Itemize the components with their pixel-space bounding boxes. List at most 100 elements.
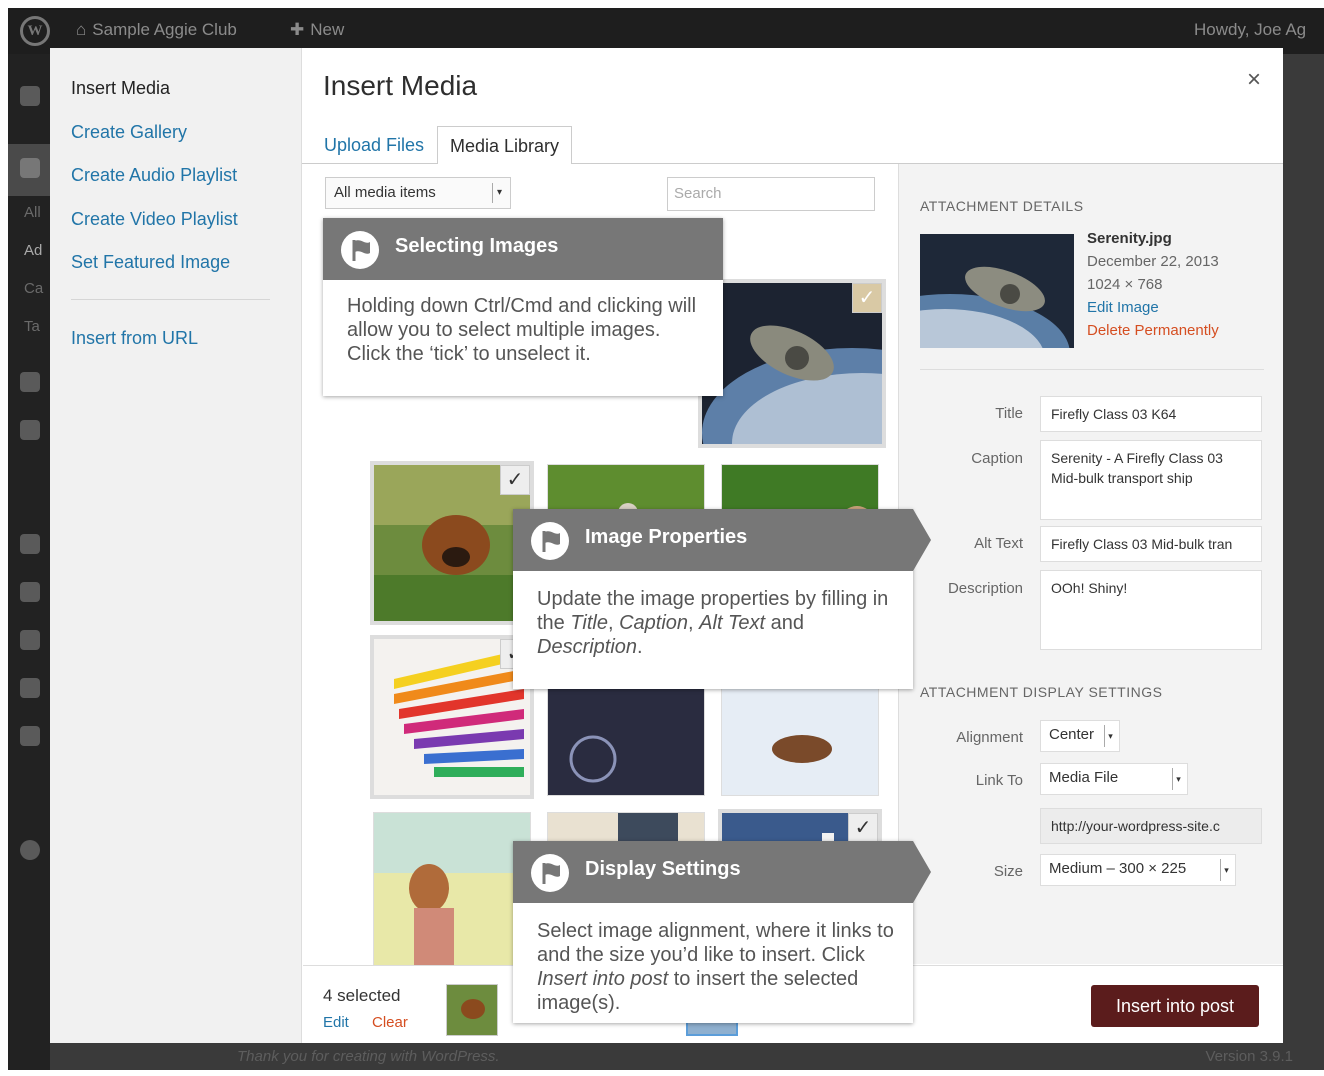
callout-body-emphasis: Alt Text (699, 612, 766, 634)
callout-title: Selecting Images (395, 235, 559, 257)
alignment-label: Alignment (956, 729, 1023, 746)
size-select[interactable]: Medium – 300 × 225 ▾ (1040, 854, 1236, 886)
menu-insert-from-url[interactable]: Insert from URL (71, 328, 198, 349)
link-to-value: Media File (1049, 769, 1119, 786)
settings-icon[interactable] (20, 726, 40, 746)
side-menu-label-categories[interactable]: Ca (24, 280, 43, 297)
callout-body: Holding down Ctrl/Cmd and clicking will … (347, 295, 697, 365)
tab-upload-files[interactable]: Upload Files (312, 126, 436, 166)
callout-body-emphasis: Title (570, 612, 608, 634)
close-icon[interactable]: × (1247, 66, 1261, 94)
menu-create-audio-playlist[interactable]: Create Audio Playlist (71, 165, 237, 186)
edit-selection-link[interactable]: Edit (323, 1014, 349, 1031)
alt-text-field[interactable]: Firefly Class 03 Mid-bulk tran (1040, 526, 1262, 562)
edit-image-link[interactable]: Edit Image (1087, 299, 1159, 316)
callout-title: Image Properties (585, 526, 748, 548)
posts-icon[interactable] (20, 158, 40, 178)
check-icon[interactable]: ✓ (848, 813, 878, 843)
attachment-filename: Serenity.jpg (1087, 230, 1172, 247)
wordpress-logo-icon[interactable]: W (20, 16, 50, 46)
plugins-icon[interactable] (20, 582, 40, 602)
howdy-user[interactable]: Howdy, Joe Ag (1194, 20, 1306, 40)
tools-icon[interactable] (20, 678, 40, 698)
media-icon[interactable] (20, 372, 40, 392)
caption-field[interactable]: Serenity - A Firefly Class 03 Mid-bulk t… (1040, 440, 1262, 520)
thumb-girl-headphones[interactable] (373, 812, 531, 970)
puppy-mini-image (447, 985, 497, 1035)
callout-body-emphasis: Caption (619, 612, 689, 634)
callout-body: Update the image properties by filling i… (537, 587, 897, 659)
alignment-select[interactable]: Center ▾ (1040, 720, 1120, 752)
footer-version: Version 3.9.1 (1205, 1048, 1293, 1065)
site-name: Sample Aggie Club (92, 20, 237, 39)
callout-header: Selecting Images (323, 218, 723, 280)
callout-header: Image Properties (513, 509, 913, 571)
screenshot-stage: W ⌂ Sample Aggie Club ✚ New Howdy, Joe A… (0, 0, 1324, 1076)
link-to-label: Link To (975, 772, 1023, 789)
display-settings-heading: ATTACHMENT DISPLAY SETTINGS (920, 684, 1163, 700)
attachment-details-panel: ATTACHMENT DETAILS Serenity.jpg December… (898, 164, 1283, 964)
callout-pointer (913, 509, 931, 571)
appearance-icon[interactable] (20, 534, 40, 554)
callout-selecting-images: Selecting Images Holding down Ctrl/Cmd a… (323, 218, 723, 396)
callout-body-text: , (607, 612, 620, 634)
thumb-colored-pencils[interactable]: ✓ (373, 638, 531, 796)
site-name-link[interactable]: ⌂ Sample Aggie Club (76, 20, 237, 40)
chevron-down-icon: ▾ (1172, 768, 1184, 790)
delete-permanently-link[interactable]: Delete Permanently (1087, 322, 1219, 339)
insert-into-post-button[interactable]: Insert into post (1091, 985, 1259, 1027)
link-url-field[interactable]: http://your-wordpress-site.c (1040, 808, 1262, 844)
caption-label: Caption (971, 450, 1023, 467)
howdy-label: Howdy, Joe Ag (1194, 20, 1307, 39)
description-field[interactable]: OOh! Shiny! (1040, 570, 1262, 650)
callout-body: Select image alignment, where it links t… (537, 919, 897, 1015)
thumb-puppy-in-grass[interactable]: ✓ (373, 464, 531, 622)
media-filter-value: All media items (334, 184, 436, 201)
plus-icon: ✚ (290, 20, 305, 39)
media-filter-select[interactable]: All media items ▾ (325, 177, 511, 209)
thumb-firefly-ship[interactable]: ✓ (701, 282, 883, 445)
media-frame-menu: Insert Media Create Gallery Create Audio… (50, 48, 302, 1043)
callout-body-text: and (765, 612, 805, 634)
dashboard-icon[interactable] (20, 86, 40, 106)
alt-text-label: Alt Text (974, 535, 1023, 552)
attachment-date: December 22, 2013 (1087, 253, 1219, 270)
admin-side-menu: All Ad Ca Ta (8, 54, 50, 1070)
menu-create-video-playlist[interactable]: Create Video Playlist (71, 209, 238, 230)
flag-icon (531, 522, 569, 560)
chevron-down-icon: ▾ (1220, 859, 1232, 881)
clear-selection-link[interactable]: Clear (372, 1014, 408, 1031)
home-icon: ⌂ (76, 20, 87, 39)
check-icon[interactable]: ✓ (500, 465, 530, 495)
link-to-select[interactable]: Media File ▾ (1040, 763, 1188, 795)
size-value: Medium – 300 × 225 (1049, 860, 1187, 877)
side-menu-label-add[interactable]: Ad (24, 242, 42, 259)
attachment-dimensions: 1024 × 768 (1087, 276, 1163, 293)
callout-body-text: . (637, 636, 643, 658)
selected-thumb-puppy[interactable] (446, 984, 498, 1036)
pages-icon[interactable] (20, 420, 40, 440)
details-separator (920, 369, 1264, 370)
flag-icon (531, 854, 569, 892)
new-content-link[interactable]: ✚ New (290, 20, 344, 40)
tab-media-library[interactable]: Media Library (437, 126, 573, 166)
search-input[interactable]: Search (667, 177, 875, 211)
menu-heading-insert-media[interactable]: Insert Media (71, 78, 170, 99)
size-label: Size (993, 863, 1023, 880)
menu-set-featured-image[interactable]: Set Featured Image (71, 252, 230, 273)
firefly-preview-image (920, 234, 1074, 348)
callout-title: Display Settings (585, 858, 741, 880)
collapse-menu-icon[interactable] (20, 840, 40, 860)
side-menu-label-all[interactable]: All (24, 204, 41, 221)
menu-create-gallery[interactable]: Create Gallery (71, 122, 187, 143)
callout-body-emphasis: Insert into post (537, 968, 669, 990)
title-field[interactable]: Firefly Class 03 K64 (1040, 396, 1262, 432)
callout-display-settings: Display Settings Select image alignment,… (513, 841, 913, 1023)
users-icon[interactable] (20, 630, 40, 650)
callout-body-emphasis: Description (537, 636, 638, 658)
callout-header: Display Settings (513, 841, 913, 903)
side-menu-label-tags[interactable]: Ta (24, 318, 40, 335)
admin-footer: Thank you for creating with WordPress. V… (225, 1044, 1315, 1070)
check-icon[interactable]: ✓ (852, 283, 882, 313)
modal-title: Insert Media (323, 70, 478, 101)
